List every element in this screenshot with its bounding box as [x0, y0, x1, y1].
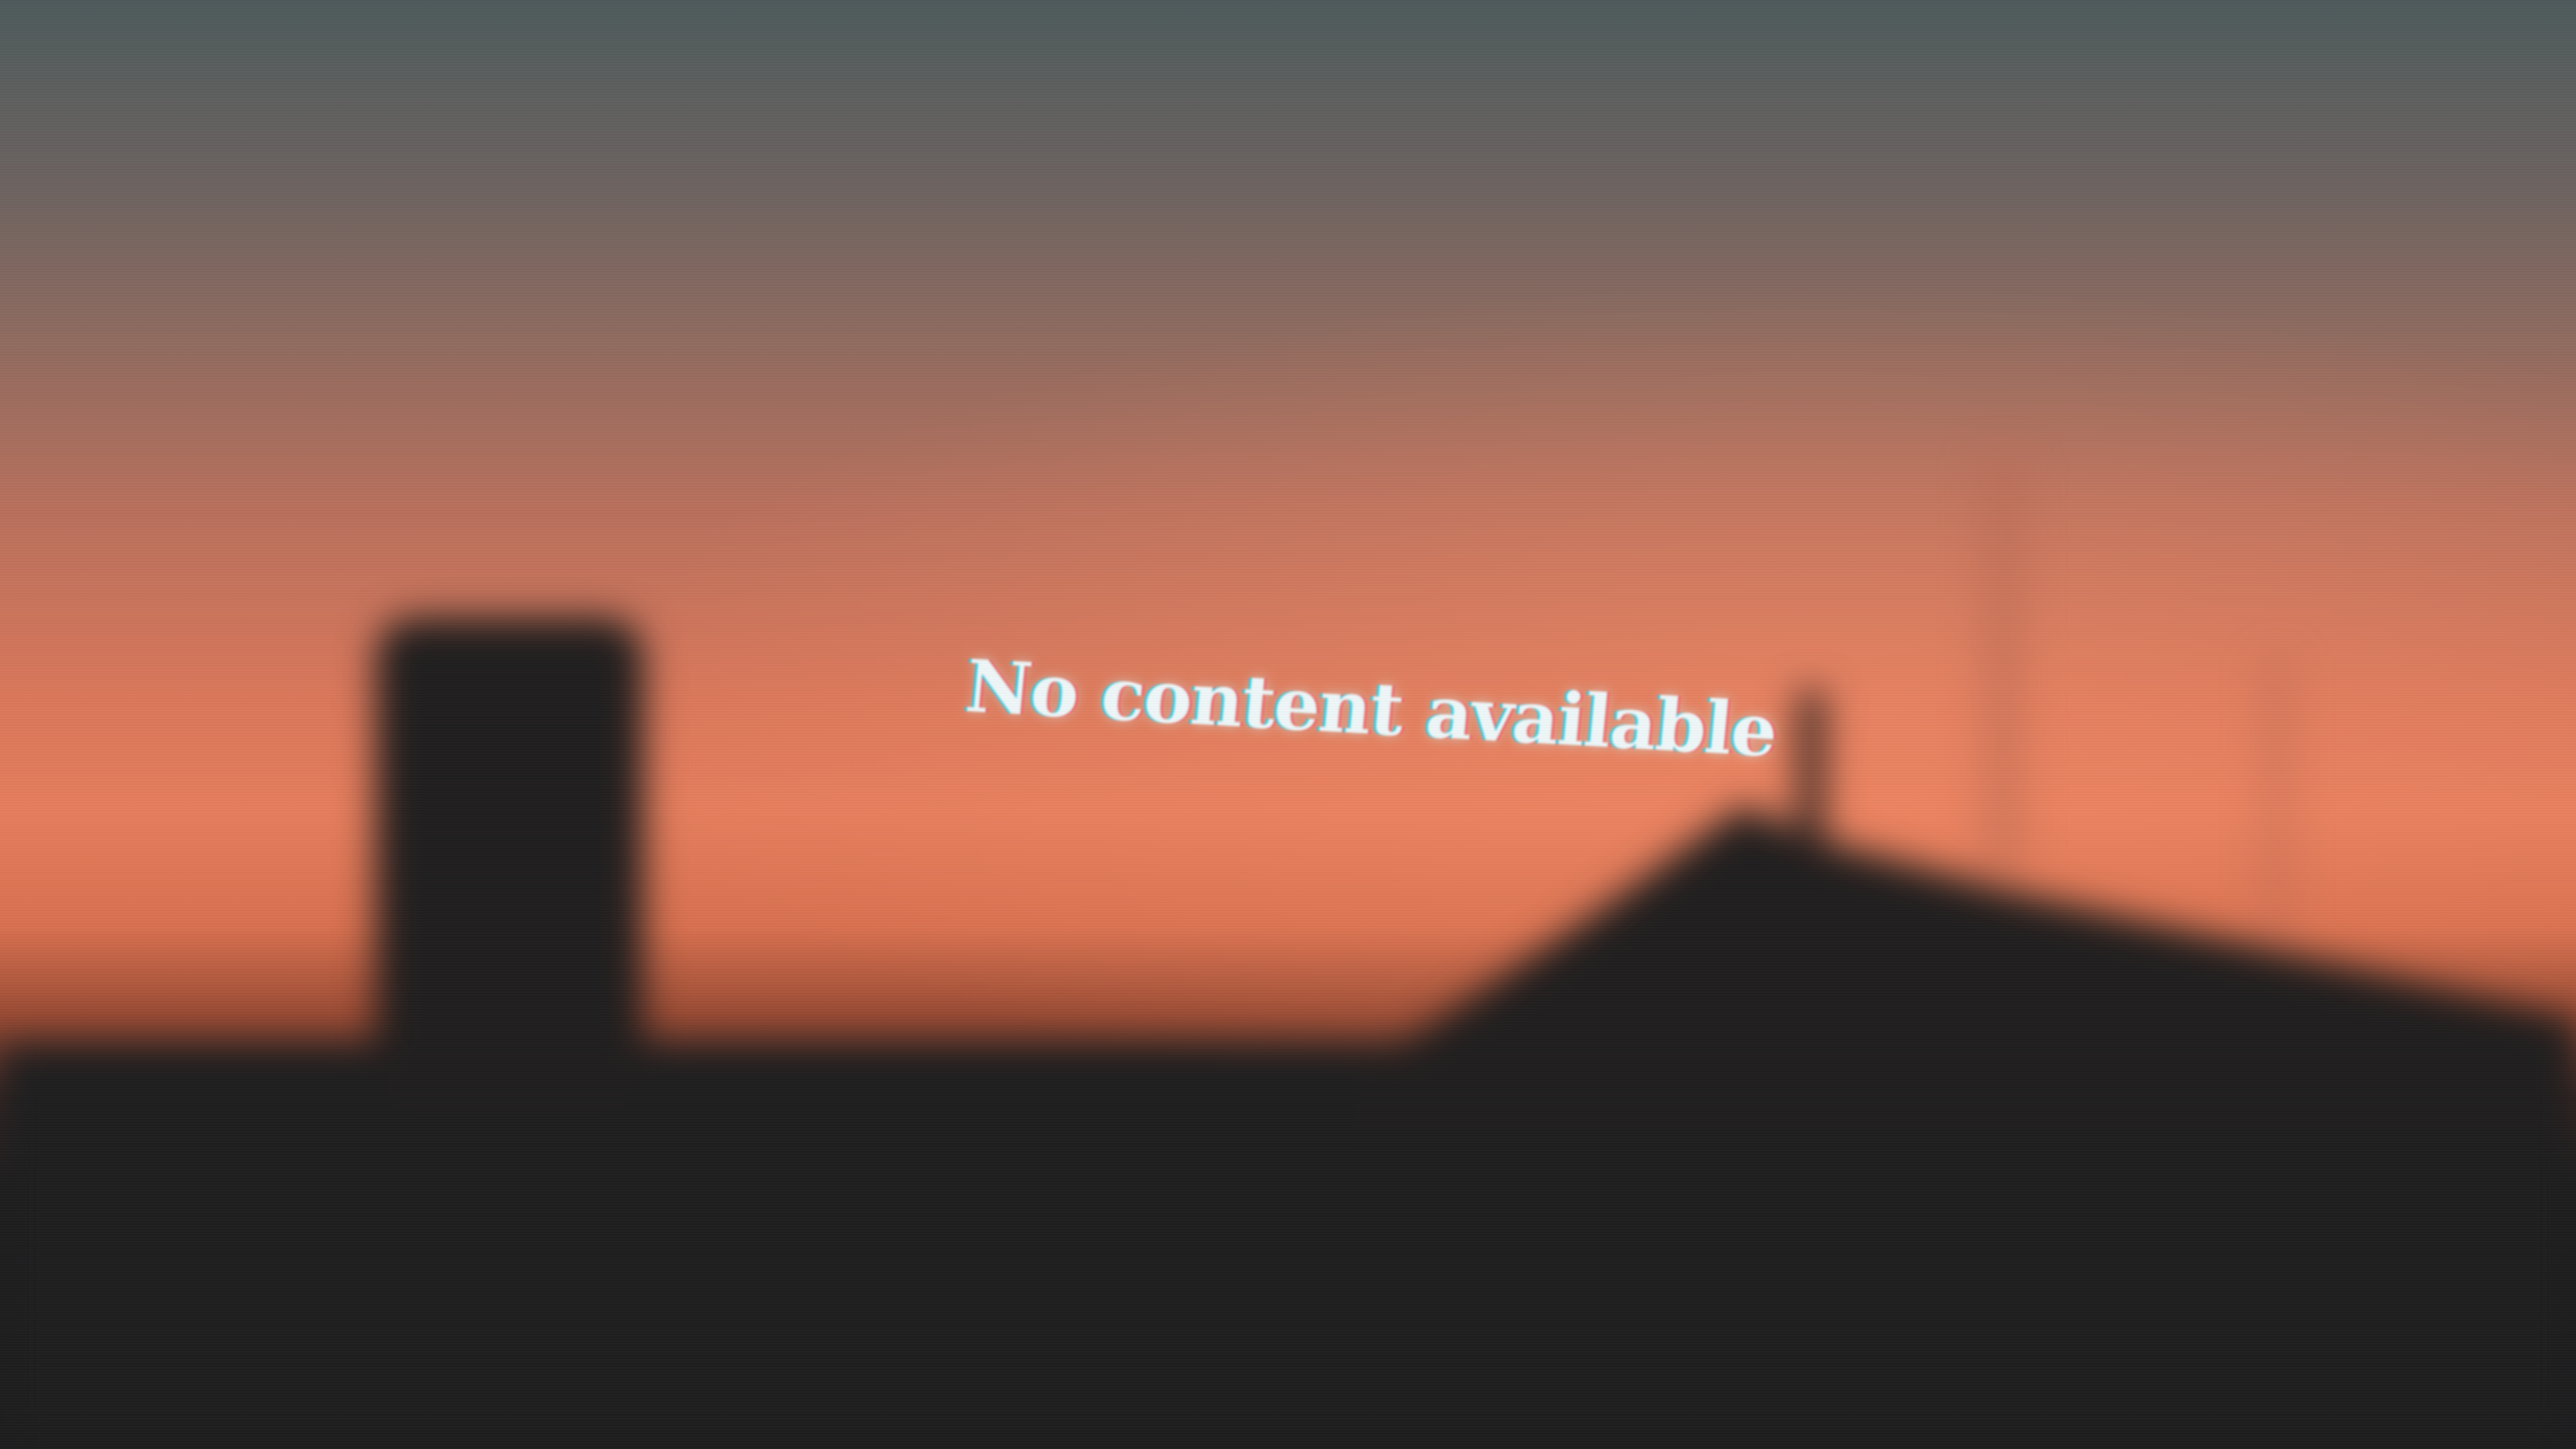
pole-silhouette [2261, 657, 2294, 939]
background-scene: No content available [0, 0, 2576, 1449]
antenna-silhouette [1798, 691, 1825, 865]
tower-silhouette [376, 617, 644, 1127]
roof-silhouette [1342, 805, 2576, 1140]
pole-silhouette [1979, 456, 2026, 872]
